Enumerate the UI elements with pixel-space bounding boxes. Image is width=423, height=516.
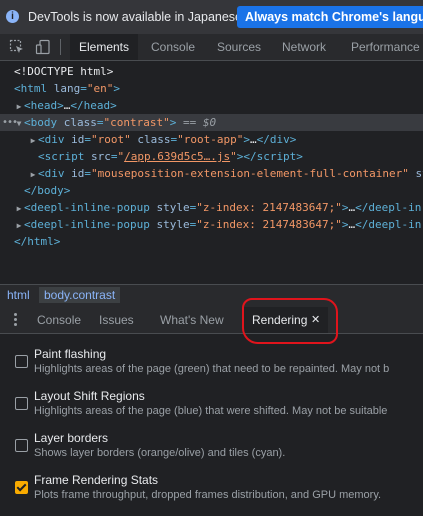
breadcrumb-body[interactable]: body.contrast <box>39 287 121 303</box>
drawer-tab-whats-new[interactable]: What's New <box>160 307 224 333</box>
more-dots-icon[interactable]: ••• <box>2 114 18 131</box>
dom-line-div-mouseposition[interactable]: ▶ <div id="mouseposition-extension-elemen… <box>0 165 423 182</box>
layout-shift-checkbox[interactable] <box>15 397 28 410</box>
toolbar-divider <box>60 39 61 55</box>
dom-tree: <!DOCTYPE html> <html lang="en"> ▶ <head>… <box>0 61 423 284</box>
doctype-text: <!DOCTYPE html> <box>14 65 114 78</box>
drawer-tab-bar: Console Issues What's New Rendering ✕ <box>0 307 423 334</box>
dom-line-head[interactable]: ▶ <head>…</head> <box>0 97 423 114</box>
drawer-tab-issues[interactable]: Issues <box>99 307 134 333</box>
frame-rendering-checkbox[interactable] <box>15 481 28 494</box>
root-id-value: "root" <box>91 133 131 146</box>
option-description: Plots frame throughput, dropped frames d… <box>34 489 382 501</box>
info-icon: i <box>6 10 19 23</box>
match-language-button[interactable]: Always match Chrome's language <box>237 6 423 28</box>
notification-message: DevTools is now available in Japanese! <box>28 10 246 24</box>
popup-style-value: "z-index: 2147483647;" <box>196 218 342 231</box>
truncated-attr: st <box>415 167 423 180</box>
dom-line-html[interactable]: <html lang="en"> <box>0 80 423 97</box>
popup-tag: deepl-inline-popup <box>30 201 150 214</box>
option-title: Paint flashing <box>34 347 107 361</box>
dom-line-body-close[interactable]: </body> <box>0 182 423 199</box>
more-tabs-icon[interactable] <box>14 313 17 328</box>
mouseposition-id-value: "mouseposition-extension-element-full-co… <box>91 167 409 180</box>
dom-line-html-close[interactable]: </html> <box>0 233 423 250</box>
html-attr-value: "en" <box>86 82 114 95</box>
dom-line-script[interactable]: <script src="/app.639d5c5….js"></script> <box>0 148 423 165</box>
option-description: Highlights areas of the page (green) tha… <box>34 363 390 375</box>
dom-line-deepl-popup-2[interactable]: ▶ <deepl-inline-popup style="z-index: 214… <box>0 216 423 233</box>
breadcrumb-html[interactable]: html <box>7 288 30 302</box>
script-src-link[interactable]: /app.639d5c5….js <box>124 150 230 163</box>
expand-arrow-icon[interactable]: ▶ <box>28 166 38 183</box>
tab-network[interactable]: Network <box>282 34 326 60</box>
main-tab-bar: Elements Console Sources Network Perform… <box>0 34 423 61</box>
body-attr-name: class <box>63 116 97 129</box>
dom-line-body-selected[interactable]: ••• ▼ <body class="contrast"> == $0 <box>0 114 423 131</box>
expand-arrow-icon[interactable]: ▶ <box>28 132 38 149</box>
tab-sources[interactable]: Sources <box>217 34 261 60</box>
device-toolbar-icon[interactable] <box>35 39 51 55</box>
dom-line-doctype[interactable]: <!DOCTYPE html> <box>0 63 423 80</box>
option-description: Shows layer borders (orange/olive) and t… <box>34 447 286 459</box>
layer-borders-checkbox[interactable] <box>15 439 28 452</box>
option-title: Layout Shift Regions <box>34 389 145 403</box>
popup-style-value: "z-index: 2147483647;" <box>196 201 342 214</box>
popup-tag: deepl-inline-popup <box>30 218 150 231</box>
red-highlight-annotation <box>242 298 338 344</box>
language-notification-bar: i DevTools is now available in Japanese!… <box>0 0 423 35</box>
breadcrumb: html body.contrast <box>0 284 423 308</box>
popup-close-tag: </deepl-in <box>355 218 422 231</box>
drawer-tab-console[interactable]: Console <box>37 307 81 333</box>
head-tag: head <box>30 99 58 112</box>
dom-line-div-root[interactable]: ▶ <div id="root" class="root-app">…</div> <box>0 131 423 148</box>
expand-arrow-icon[interactable]: ▶ <box>14 217 24 234</box>
option-title: Frame Rendering Stats <box>34 473 159 487</box>
root-class-value: "root-app" <box>177 133 244 146</box>
expand-arrow-icon[interactable]: ▶ <box>14 200 24 217</box>
tab-elements[interactable]: Elements <box>70 34 138 60</box>
selected-node-marker: == $0 <box>182 116 217 129</box>
body-attr-value: "contrast" <box>103 116 170 129</box>
tab-console[interactable]: Console <box>151 34 195 60</box>
option-description: Highlights areas of the page (blue) that… <box>34 405 388 417</box>
expand-arrow-icon[interactable]: ▶ <box>14 98 24 115</box>
html-attr-name: lang <box>53 82 81 95</box>
inspect-element-icon[interactable] <box>9 39 25 55</box>
paint-flashing-checkbox[interactable] <box>15 355 28 368</box>
tab-performance[interactable]: Performance <box>351 34 420 60</box>
dom-line-deepl-popup-1[interactable]: ▶ <deepl-inline-popup style="z-index: 214… <box>0 199 423 216</box>
popup-close-tag: </deepl-in <box>355 201 422 214</box>
option-title: Layer borders <box>34 431 109 445</box>
